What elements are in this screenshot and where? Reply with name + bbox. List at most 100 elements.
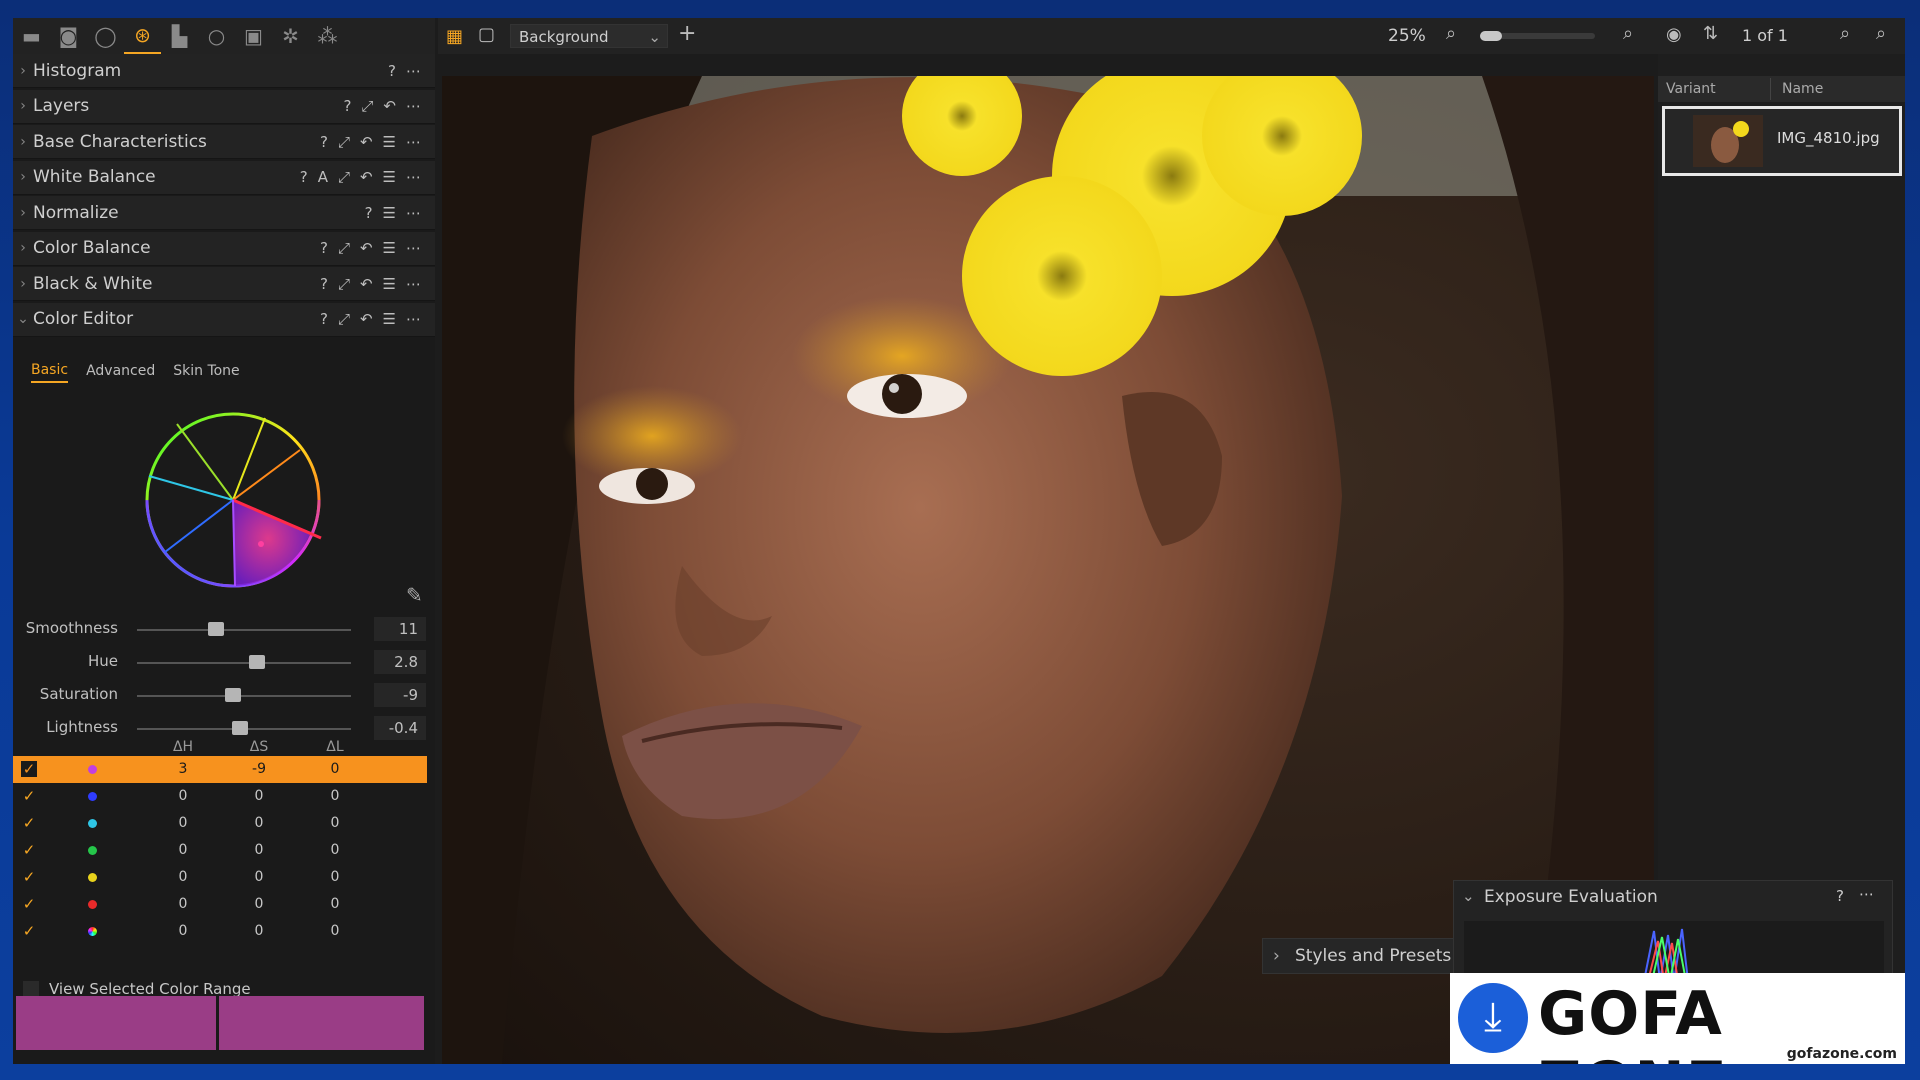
- reset-icon[interactable]: ↶: [360, 275, 373, 293]
- zoom-level[interactable]: 25%: [1388, 26, 1426, 46]
- styles-presets-panel[interactable]: › Styles and Presets: [1262, 938, 1462, 974]
- clipboard-icon[interactable]: ▣: [235, 18, 272, 54]
- col-name[interactable]: Name: [1782, 81, 1823, 97]
- slider-track[interactable]: [137, 662, 351, 664]
- gear-icon[interactable]: ✲: [272, 18, 309, 54]
- slider-value[interactable]: -9: [374, 683, 426, 707]
- zoom-slider-knob[interactable]: [1480, 31, 1502, 41]
- section-color-balance[interactable]: › Color Balance? ⤢ ↶ ☰ ⋯: [13, 231, 435, 266]
- more-icon[interactable]: ⋯: [1859, 885, 1874, 903]
- browser-item[interactable]: IMG_4810.jpg: [1662, 106, 1902, 176]
- copy-icon[interactable]: ⤢: [338, 133, 350, 151]
- chevron-right-icon[interactable]: ›: [13, 205, 33, 221]
- auto-icon[interactable]: A: [318, 168, 328, 186]
- slider-knob[interactable]: [225, 688, 242, 702]
- help-icon[interactable]: ?: [388, 62, 396, 80]
- row-checkbox[interactable]: ✓: [21, 842, 37, 858]
- more-icon[interactable]: ⋯: [406, 310, 421, 328]
- tab-skin-tone[interactable]: Skin Tone: [173, 360, 239, 382]
- help-icon[interactable]: ?: [365, 204, 373, 222]
- copy-icon[interactable]: ⤢: [338, 239, 350, 257]
- presets-icon[interactable]: ☰: [383, 275, 396, 293]
- reset-icon[interactable]: ↶: [360, 168, 373, 186]
- section-black-white[interactable]: › Black & White? ⤢ ↶ ☰ ⋯: [13, 267, 435, 301]
- chevron-right-icon[interactable]: ›: [13, 169, 33, 185]
- add-layer-icon[interactable]: +: [678, 21, 696, 46]
- row-checkbox[interactable]: ✓: [21, 761, 37, 777]
- slider-knob[interactable]: [248, 655, 265, 669]
- chevron-down-icon[interactable]: ⌄: [1462, 887, 1475, 905]
- zoom-slider[interactable]: [1480, 31, 1595, 41]
- row-checkbox[interactable]: ✓: [21, 923, 37, 939]
- help-icon[interactable]: ?: [320, 133, 328, 151]
- help-icon[interactable]: ?: [1836, 887, 1844, 905]
- more-icon[interactable]: ⋯: [406, 97, 421, 115]
- copy-icon[interactable]: ⤢: [361, 97, 373, 115]
- section-base-characteristics[interactable]: › Base Characteristics? ⤢ ↶ ☰ ⋯: [13, 125, 435, 159]
- presets-icon[interactable]: ☰: [383, 168, 396, 186]
- chevron-right-icon[interactable]: ›: [13, 63, 33, 79]
- reset-icon[interactable]: ↶: [360, 133, 373, 151]
- table-row[interactable]: ✓ 0 0 0: [13, 837, 427, 864]
- reset-icon[interactable]: ↶: [360, 239, 373, 257]
- section-normalize[interactable]: › Normalize? ☰ ⋯: [13, 196, 435, 230]
- layer-select[interactable]: Background ⌄: [510, 24, 668, 48]
- sort-icon[interactable]: ⇅: [1703, 23, 1718, 44]
- chevron-right-icon[interactable]: ›: [13, 98, 33, 114]
- row-checkbox[interactable]: ✓: [21, 869, 37, 885]
- row-checkbox[interactable]: ✓: [21, 815, 37, 831]
- selected-range-wedge[interactable]: [233, 500, 311, 586]
- search-detail-icon[interactable]: ○: [198, 18, 235, 54]
- help-icon[interactable]: ?: [300, 168, 308, 186]
- table-row[interactable]: ✓ 3 -9 0: [13, 756, 427, 783]
- chevron-right-icon[interactable]: ›: [13, 134, 33, 150]
- help-icon[interactable]: ?: [343, 97, 351, 115]
- grid-view-icon[interactable]: ▦: [446, 26, 463, 47]
- row-checkbox[interactable]: ✓: [21, 788, 37, 804]
- table-row[interactable]: ✓ 0 0 0: [13, 864, 427, 891]
- eyedropper-icon[interactable]: ✎: [406, 583, 423, 607]
- slider-knob[interactable]: [208, 622, 225, 636]
- copy-icon[interactable]: ⤢: [338, 275, 350, 293]
- reset-icon[interactable]: ↶: [383, 97, 396, 115]
- circle-icon[interactable]: ◯: [87, 18, 124, 54]
- more-icon[interactable]: ⋯: [406, 275, 421, 293]
- row-checkbox[interactable]: ✓: [21, 896, 37, 912]
- section-layers[interactable]: › Layers? ⤢ ↶ ⋯: [13, 89, 435, 124]
- exposure-icon[interactable]: ▙: [161, 18, 198, 54]
- more-icon[interactable]: ⋯: [406, 133, 421, 151]
- more-icon[interactable]: ⋯: [406, 204, 421, 222]
- table-row[interactable]: ✓ 0 0 0: [13, 918, 427, 945]
- camera-icon[interactable]: ◙: [50, 18, 87, 54]
- color-icon[interactable]: ⊛: [124, 18, 161, 54]
- chevron-right-icon[interactable]: ›: [13, 240, 33, 256]
- presets-icon[interactable]: ☰: [383, 204, 396, 222]
- presets-icon[interactable]: ☰: [383, 133, 396, 151]
- view-selected-checkbox[interactable]: [23, 981, 39, 997]
- copy-icon[interactable]: ⤢: [338, 168, 350, 186]
- zoom-out-icon[interactable]: ⌕: [1446, 23, 1456, 44]
- slider-track[interactable]: [137, 695, 351, 697]
- presets-icon[interactable]: ☰: [383, 310, 396, 328]
- help-icon[interactable]: ?: [320, 275, 328, 293]
- zoom-in-icon[interactable]: ⌕: [1623, 23, 1633, 44]
- eye-icon[interactable]: ◉: [1666, 24, 1682, 45]
- section-histogram[interactable]: › Histogram? ⋯: [13, 54, 435, 88]
- reset-icon[interactable]: ↶: [360, 310, 373, 328]
- tab-basic[interactable]: Basic: [31, 359, 69, 383]
- more-icon[interactable]: ⋯: [406, 239, 421, 257]
- table-row[interactable]: ✓ 0 0 0: [13, 783, 427, 810]
- chevron-right-icon[interactable]: ›: [13, 276, 33, 292]
- color-wheel[interactable]: [135, 402, 335, 602]
- table-row[interactable]: ✓ 0 0 0: [13, 891, 427, 918]
- folder-icon[interactable]: ▬: [13, 18, 50, 54]
- slider-knob[interactable]: [231, 721, 248, 735]
- help-icon[interactable]: ?: [320, 310, 328, 328]
- more-icon[interactable]: ⋯: [406, 62, 421, 80]
- col-variant[interactable]: Variant: [1666, 81, 1716, 97]
- search-icon[interactable]: ⌕: [1876, 23, 1886, 44]
- help-icon[interactable]: ?: [320, 239, 328, 257]
- slider-value[interactable]: 11: [374, 617, 426, 641]
- slider-track[interactable]: [137, 629, 351, 631]
- adjustments-icon[interactable]: ⁂: [309, 18, 346, 54]
